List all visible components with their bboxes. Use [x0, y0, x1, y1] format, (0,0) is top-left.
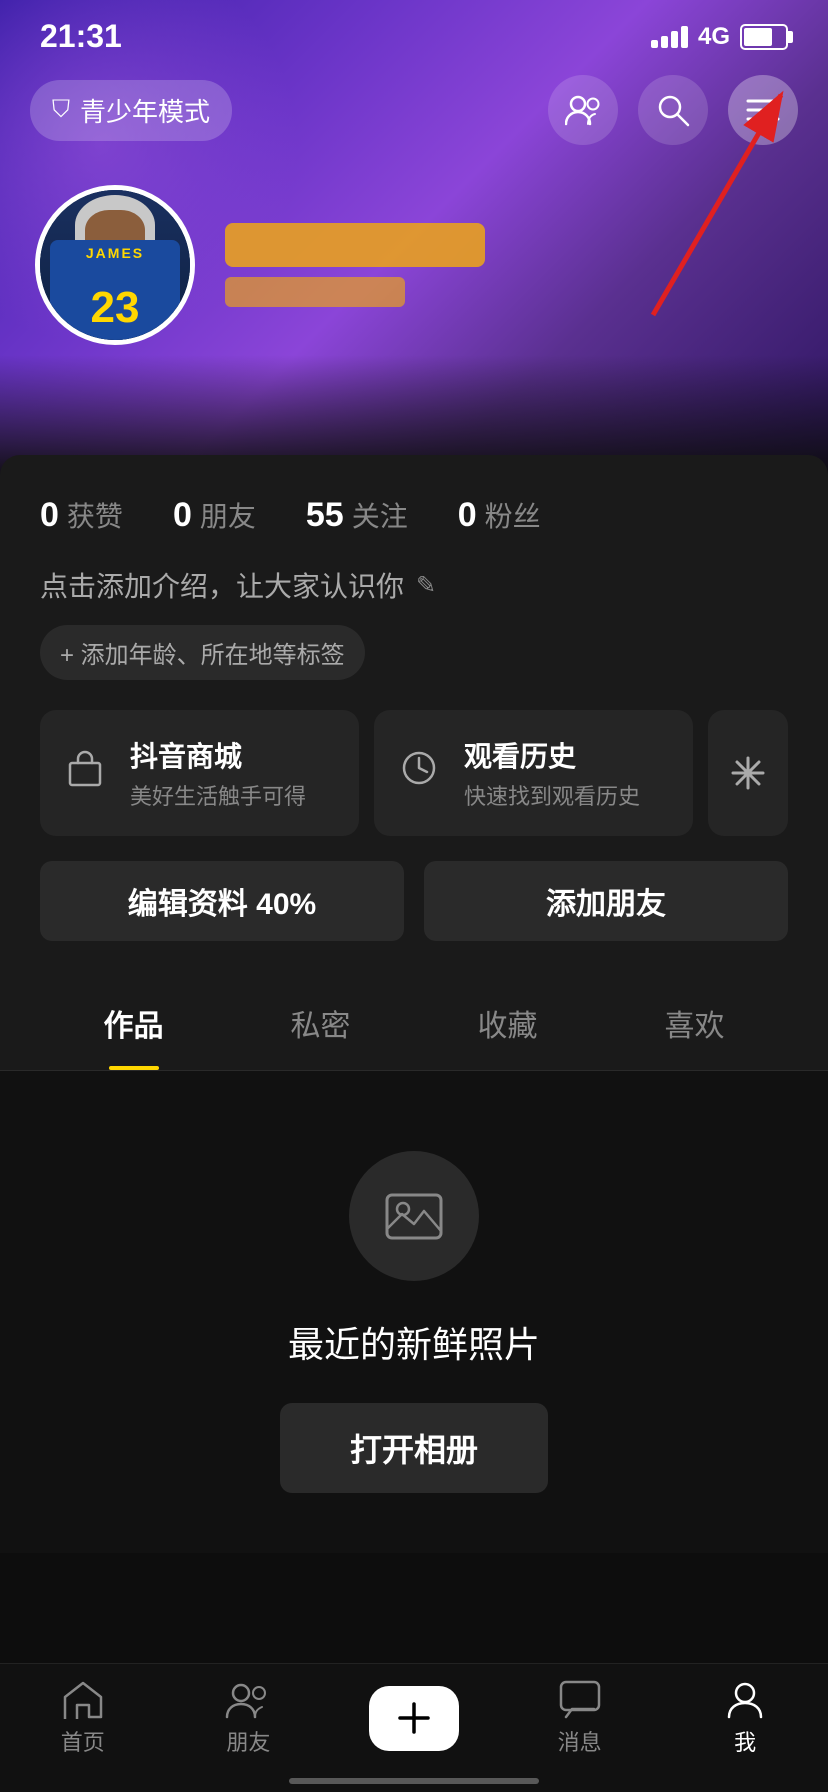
tab-likes[interactable]: 喜欢 — [601, 976, 788, 1070]
avatar-container[interactable]: JAMES 23 — [35, 185, 195, 345]
shop-card-text: 抖音商城 美好生活触手可得 — [130, 735, 306, 811]
friends-label: 朋友 — [226, 1725, 270, 1757]
me-icon — [725, 1679, 765, 1719]
users-icon — [565, 94, 601, 126]
messages-label: 消息 — [558, 1725, 602, 1757]
stat-likes[interactable]: 0 获赞 — [40, 495, 123, 535]
feature-cards: 抖音商城 美好生活触手可得 观看历史 快速找到观看历史 — [0, 710, 828, 836]
stat-followers[interactable]: 0 粉丝 — [458, 495, 541, 535]
hamburger-icon — [746, 97, 780, 123]
tab-collections[interactable]: 收藏 — [414, 976, 601, 1070]
followers-label: 粉丝 — [485, 495, 541, 535]
history-icon — [394, 748, 444, 798]
stats-row: 0 获赞 0 朋友 55 关注 0 粉丝 — [40, 495, 788, 535]
tab-works[interactable]: 作品 — [40, 976, 227, 1070]
add-friend-button[interactable]: 添加朋友 — [424, 861, 788, 941]
home-indicator — [289, 1778, 539, 1784]
youth-mode-label: 青少年模式 — [80, 92, 210, 129]
nav-item-friends[interactable]: 朋友 — [166, 1679, 332, 1757]
nav-item-home[interactable]: 首页 — [0, 1679, 166, 1757]
add-tag-label: + 添加年龄、所在地等标签 — [60, 635, 345, 670]
bio-placeholder: 点击添加介绍，让大家认识你 — [40, 565, 404, 605]
tab-private[interactable]: 私密 — [227, 976, 414, 1070]
edit-bio-icon: ✎ — [416, 571, 436, 600]
search-icon — [656, 93, 690, 127]
stat-following[interactable]: 55 关注 — [306, 495, 408, 535]
friends-label: 朋友 — [200, 495, 256, 535]
create-button[interactable] — [369, 1686, 459, 1751]
followers-count: 0 — [458, 496, 477, 535]
battery-icon — [740, 24, 788, 50]
search-button[interactable] — [638, 75, 708, 145]
photo-icon — [384, 1189, 444, 1244]
likes-label: 获赞 — [67, 495, 123, 535]
empty-state: 最近的新鲜照片 打开相册 — [0, 1071, 828, 1553]
menu-button[interactable] — [728, 75, 798, 145]
bottom-nav: 首页 朋友 消息 我 — [0, 1663, 828, 1792]
empty-title: 最近的新鲜照片 — [288, 1316, 540, 1368]
shop-title: 抖音商城 — [130, 735, 306, 775]
shop-icon — [60, 748, 110, 798]
likes-count: 0 — [40, 496, 59, 535]
friends-count: 0 — [173, 496, 192, 535]
action-buttons: 编辑资料 40% 添加朋友 — [40, 861, 788, 941]
header-background: ⛉ 青少年模式 — [0, 0, 828, 475]
history-card-text: 观看历史 快速找到观看历史 — [464, 735, 640, 811]
bio-row[interactable]: 点击添加介绍，让大家认识你 ✎ — [40, 565, 788, 605]
username-blur-1 — [225, 223, 485, 267]
empty-icon-circle — [349, 1151, 479, 1281]
history-subtitle: 快速找到观看历史 — [464, 779, 640, 811]
tabs-row: 作品 私密 收藏 喜欢 — [0, 976, 828, 1071]
username-blur-2 — [225, 277, 405, 307]
shop-subtitle: 美好生活触手可得 — [130, 779, 306, 811]
status-time: 21:31 — [40, 18, 122, 55]
stat-friends[interactable]: 0 朋友 — [173, 495, 256, 535]
friends-nav-icon — [225, 1679, 271, 1719]
profile-section: JAMES 23 — [0, 165, 828, 345]
shop-card[interactable]: 抖音商城 美好生活触手可得 — [40, 710, 359, 836]
plus-icon — [396, 1700, 432, 1736]
top-nav: ⛉ 青少年模式 — [0, 65, 828, 165]
nav-item-create[interactable] — [331, 1686, 497, 1751]
open-album-label: 打开相册 — [350, 1432, 478, 1468]
stats-section: 0 获赞 0 朋友 55 关注 0 粉丝 点击添加介绍，让大家认识你 ✎ + 添… — [0, 455, 828, 1071]
edit-profile-label: 编辑资料 40% — [128, 879, 316, 923]
history-card[interactable]: 观看历史 快速找到观看历史 — [374, 710, 693, 836]
messages-icon — [558, 1679, 602, 1719]
main-content: 0 获赞 0 朋友 55 关注 0 粉丝 点击添加介绍，让大家认识你 ✎ + 添… — [0, 455, 828, 1713]
open-album-button[interactable]: 打开相册 — [280, 1403, 548, 1493]
home-icon — [61, 1679, 105, 1719]
youth-mode-button[interactable]: ⛉ 青少年模式 — [30, 80, 232, 141]
users-button[interactable] — [548, 75, 618, 145]
status-bar: 21:31 4G — [0, 0, 828, 65]
top-nav-right — [548, 75, 798, 145]
add-friend-label: 添加朋友 — [546, 879, 666, 923]
shield-icon: ⛉ — [52, 96, 70, 124]
nav-item-me[interactable]: 我 — [662, 1679, 828, 1757]
edit-profile-button[interactable]: 编辑资料 40% — [40, 861, 404, 941]
nav-item-messages[interactable]: 消息 — [497, 1679, 663, 1757]
add-tag-button[interactable]: + 添加年龄、所在地等标签 — [40, 625, 365, 680]
more-card[interactable] — [708, 710, 788, 836]
me-label: 我 — [734, 1725, 756, 1757]
network-type: 4G — [698, 23, 730, 51]
home-label: 首页 — [61, 1725, 105, 1757]
following-label: 关注 — [352, 495, 408, 535]
asterisk-icon — [729, 754, 767, 792]
following-count: 55 — [306, 496, 344, 535]
history-title: 观看历史 — [464, 735, 640, 775]
signal-icon — [651, 26, 688, 48]
username-section — [225, 223, 793, 307]
status-icons: 4G — [651, 23, 788, 51]
